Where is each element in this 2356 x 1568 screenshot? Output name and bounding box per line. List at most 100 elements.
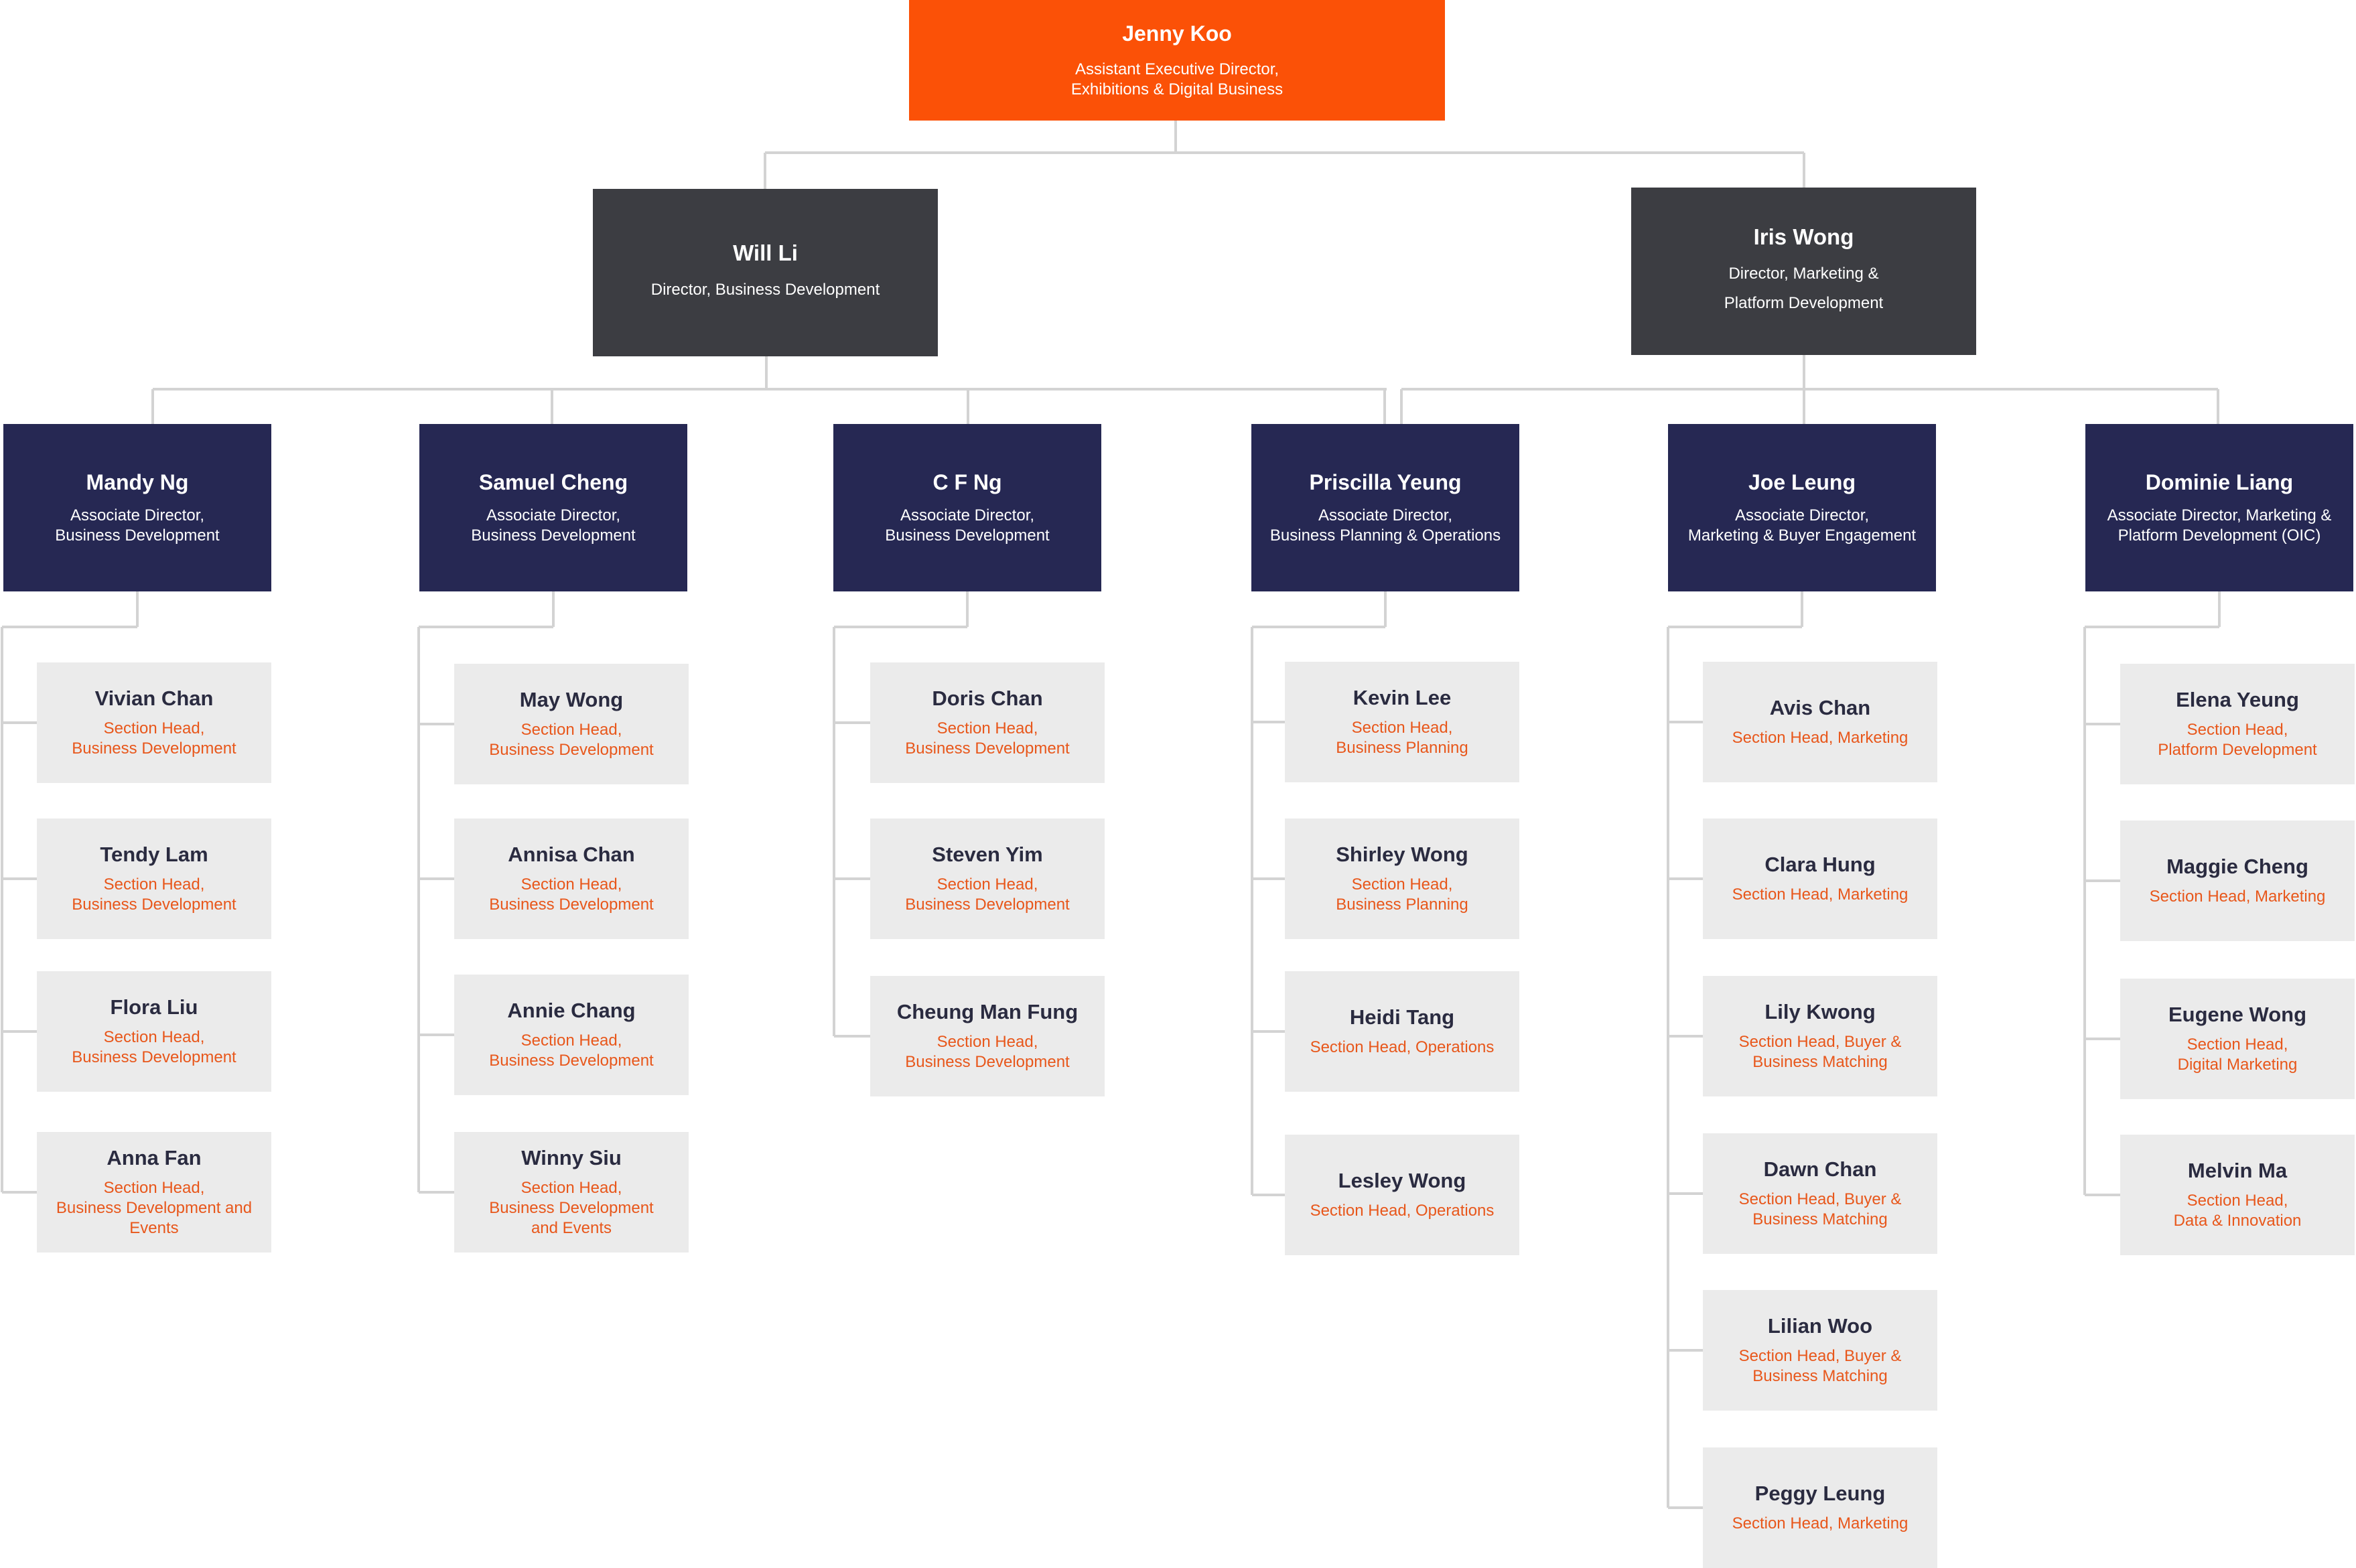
section-head-node[interactable]: Shirley Wong Section Head, Business Plan… xyxy=(1285,818,1519,939)
node-title: Section Head, Marketing xyxy=(2149,887,2326,906)
node-title: Section Head, Business Development xyxy=(489,875,654,914)
director-node-iris-wong[interactable]: Iris Wong Director, Marketing & Platform… xyxy=(1631,188,1976,355)
section-head-node[interactable]: Lily Kwong Section Head, Buyer & Busines… xyxy=(1703,976,1937,1096)
node-title: Section Head, Business Development xyxy=(72,719,236,758)
node-title: Associate Director, Marketing & Platform… xyxy=(2107,506,2332,545)
node-name: Steven Yim xyxy=(932,843,1043,866)
node-name: Priscilla Yeung xyxy=(1309,470,1462,494)
section-head-node[interactable]: Eugene Wong Section Head, Digital Market… xyxy=(2120,979,2355,1099)
node-title: Section Head, Platform Development xyxy=(2158,721,2317,759)
section-head-node[interactable]: Flora Liu Section Head, Business Develop… xyxy=(37,971,271,1092)
node-title: Section Head, Buyer & Business Matching xyxy=(1738,1347,1902,1385)
node-name: Lilian Woo xyxy=(1767,1314,1873,1338)
node-title: Section Head, Business Development xyxy=(905,1033,1070,1071)
node-name: Winny Siu xyxy=(521,1146,622,1169)
associate-node[interactable]: Joe Leung Associate Director, Marketing … xyxy=(1668,424,1936,591)
node-name: Clara Hung xyxy=(1764,853,1876,876)
node-title: Associate Director, Business Planning & … xyxy=(1269,506,1501,545)
section-head-node[interactable]: Avis Chan Section Head, Marketing xyxy=(1703,662,1937,782)
node-name: Dominie Liang xyxy=(2145,470,2294,494)
section-head-node[interactable]: Heidi Tang Section Head, Operations xyxy=(1285,971,1519,1092)
executive-node[interactable]: Jenny Koo Assistant Executive Director, … xyxy=(909,0,1445,121)
node-name: Annie Chang xyxy=(507,999,636,1022)
node-name: Avis Chan xyxy=(1769,696,1871,719)
node-title: Section Head, Buyer & Business Matching xyxy=(1738,1190,1902,1228)
node-title: Section Head, Business Development xyxy=(72,1028,236,1066)
node-name: Flora Liu xyxy=(110,995,198,1019)
node-title: Section Head, Business Development xyxy=(905,875,1070,914)
node-title: Section Head, Business Development and E… xyxy=(489,1179,654,1237)
node-name: Tendy Lam xyxy=(100,843,208,866)
node-title: Section Head, Digital Marketing xyxy=(2177,1036,2298,1074)
node-title: Assistant Executive Director, Exhibition… xyxy=(1070,60,1284,98)
node-title: Director, Marketing & Platform Developme… xyxy=(1724,265,1884,312)
node-title: Associate Director, Marketing & Buyer En… xyxy=(1687,506,1917,545)
associate-node[interactable]: Dominie Liang Associate Director, Market… xyxy=(2085,424,2353,591)
node-title: Section Head, Business Planning xyxy=(1336,719,1468,757)
section-head-node[interactable]: Dawn Chan Section Head, Buyer & Business… xyxy=(1703,1133,1937,1254)
director-node-will-li[interactable]: Will Li Director, Business Development xyxy=(593,189,938,356)
section-head-node[interactable]: Doris Chan Section Head, Business Develo… xyxy=(870,662,1105,783)
node-name: Cheung Man Fung xyxy=(896,1000,1079,1023)
node-name: Vivian Chan xyxy=(94,687,214,710)
node-title: Section Head, Marketing xyxy=(1732,1514,1909,1533)
node-name: Melvin Ma xyxy=(2187,1159,2288,1182)
section-head-node[interactable]: Annisa Chan Section Head, Business Devel… xyxy=(454,818,689,939)
node-title: Section Head, Business Development xyxy=(905,719,1070,758)
node-name: Dawn Chan xyxy=(1763,1157,1877,1181)
section-head-node[interactable]: Lesley Wong Section Head, Operations xyxy=(1285,1135,1519,1255)
node-name: Will Li xyxy=(733,240,798,265)
node-title: Section Head, Business Development xyxy=(489,721,654,759)
section-head-node[interactable]: Winny Siu Section Head, Business Develop… xyxy=(454,1132,689,1253)
node-title: Section Head, Data & Innovation xyxy=(2173,1192,2302,1230)
node-title: Section Head, Marketing xyxy=(1732,885,1909,904)
connector-lines xyxy=(1,121,2221,1509)
node-name: Maggie Cheng xyxy=(2166,855,2308,878)
section-head-node[interactable]: Peggy Leung Section Head, Marketing xyxy=(1703,1447,1937,1568)
node-name: Samuel Cheng xyxy=(478,470,628,494)
node-title: Associate Director, Business Development xyxy=(471,506,636,545)
node-title: Section Head, Marketing xyxy=(1732,729,1909,747)
section-head-node[interactable]: Vivian Chan Section Head, Business Devel… xyxy=(37,662,271,783)
node-title: Section Head, Business Planning xyxy=(1336,875,1468,914)
node-title: Section Head, Operations xyxy=(1310,1038,1495,1056)
node-title: Section Head, Business Development xyxy=(489,1031,654,1070)
node-title: Director, Business Development xyxy=(650,281,880,299)
node-title: Section Head, Buyer & Business Matching xyxy=(1738,1033,1902,1071)
section-head-node[interactable]: Kevin Lee Section Head, Business Plannin… xyxy=(1285,662,1519,782)
node-title: Associate Director, Business Development xyxy=(885,506,1050,545)
section-head-node[interactable]: Lilian Woo Section Head, Buyer & Busines… xyxy=(1703,1290,1937,1411)
node-name: Shirley Wong xyxy=(1336,843,1468,866)
node-title: Section Head, Operations xyxy=(1310,1202,1495,1220)
section-head-node[interactable]: Tendy Lam Section Head, Business Develop… xyxy=(37,818,271,939)
node-title: Section Head, Business Development xyxy=(72,875,236,914)
section-head-node[interactable]: May Wong Section Head, Business Developm… xyxy=(454,664,689,784)
section-head-node[interactable]: Elena Yeung Section Head, Platform Devel… xyxy=(2120,664,2355,784)
node-name: Annisa Chan xyxy=(508,843,635,866)
node-name: Eugene Wong xyxy=(2168,1003,2307,1026)
node-name: Peggy Leung xyxy=(1754,1482,1886,1505)
node-name: Doris Chan xyxy=(932,687,1043,710)
section-head-node[interactable]: Clara Hung Section Head, Marketing xyxy=(1703,818,1937,939)
node-name: Lesley Wong xyxy=(1338,1169,1466,1192)
node-title: Associate Director, Business Development xyxy=(55,506,220,545)
section-head-node[interactable]: Melvin Ma Section Head, Data & Innovatio… xyxy=(2120,1135,2355,1255)
node-name: May Wong xyxy=(519,688,624,711)
node-name: Mandy Ng xyxy=(86,470,189,494)
section-head-node[interactable]: Annie Chang Section Head, Business Devel… xyxy=(454,975,689,1095)
node-name: Elena Yeung xyxy=(2176,688,2299,711)
node-name: Heidi Tang xyxy=(1349,1005,1455,1029)
node-name: Anna Fan xyxy=(107,1146,202,1169)
associate-node[interactable]: Priscilla Yeung Associate Director, Busi… xyxy=(1251,424,1519,591)
section-head-node[interactable]: Cheung Man Fung Section Head, Business D… xyxy=(870,976,1105,1096)
node-name: Jenny Koo xyxy=(1122,21,1232,46)
section-head-node[interactable]: Maggie Cheng Section Head, Marketing xyxy=(2120,821,2355,941)
section-head-node[interactable]: Anna Fan Section Head, Business Developm… xyxy=(37,1132,271,1253)
node-name: C F Ng xyxy=(932,470,1002,494)
section-head-node[interactable]: Steven Yim Section Head, Business Develo… xyxy=(870,818,1105,939)
associate-node[interactable]: C F Ng Associate Director, Business Deve… xyxy=(833,424,1101,591)
node-title: Section Head, Business Development and E… xyxy=(56,1179,253,1237)
node-name: Iris Wong xyxy=(1753,224,1854,249)
associate-node[interactable]: Samuel Cheng Associate Director, Busines… xyxy=(419,424,687,591)
associate-node[interactable]: Mandy Ng Associate Director, Business De… xyxy=(3,424,271,591)
